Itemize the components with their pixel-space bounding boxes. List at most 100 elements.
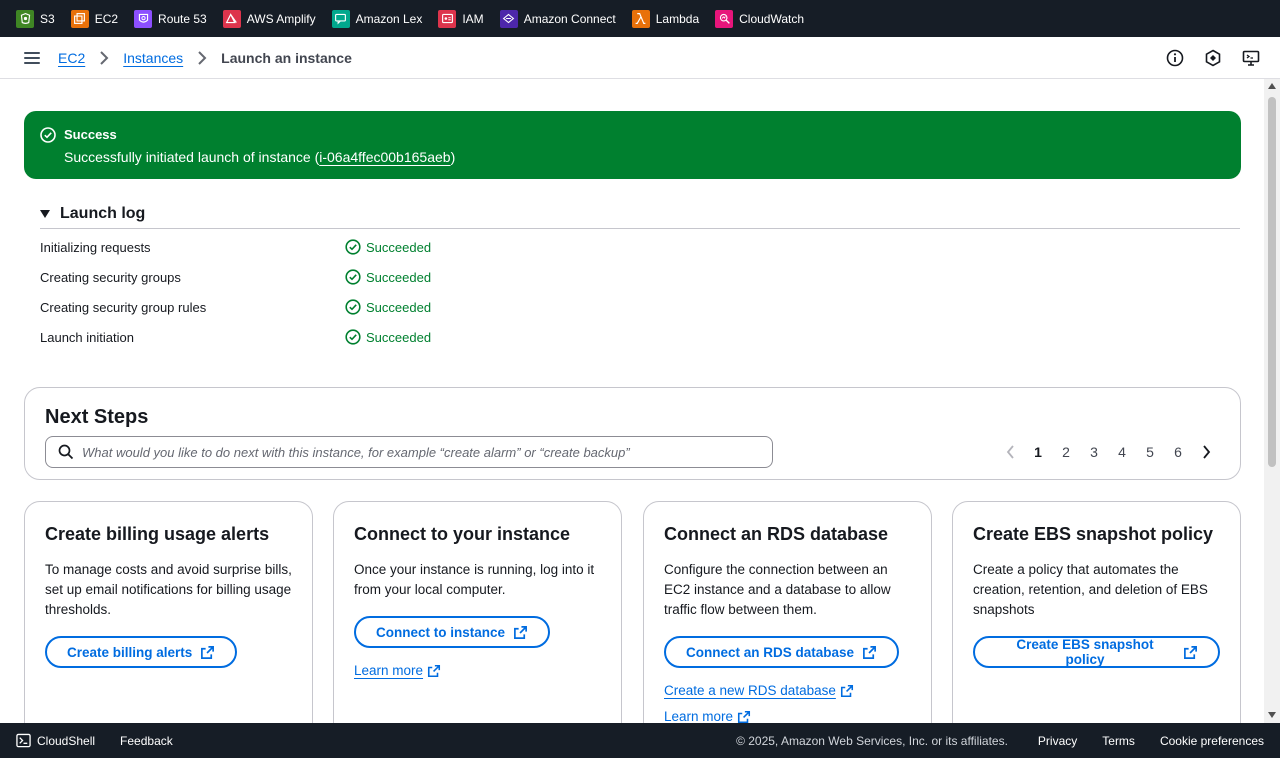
log-step-name: Initializing requests — [40, 239, 151, 255]
s3-icon — [16, 9, 34, 28]
scroll-up-icon[interactable] — [1268, 83, 1276, 89]
learn-more-link[interactable]: Learn more — [664, 709, 751, 724]
external-link-icon — [863, 645, 877, 659]
next-steps-search[interactable] — [45, 436, 773, 468]
page-5[interactable]: 5 — [1136, 444, 1164, 460]
card-title: Create EBS snapshot policy — [973, 524, 1214, 544]
service-lambda[interactable]: Lambda — [631, 9, 699, 28]
log-row: Creating security group rules Succeeded — [40, 297, 540, 317]
launch-log-toggle[interactable]: Launch log — [40, 204, 1240, 224]
chevron-right-icon — [99, 50, 109, 65]
service-iam[interactable]: IAM — [438, 9, 484, 28]
status-text: Succeeded — [366, 239, 432, 255]
breadcrumb-current: Launch an instance — [221, 49, 352, 66]
button-label: Create billing alerts — [67, 644, 193, 660]
card-title: Connect an RDS database — [664, 524, 889, 544]
feedback-link[interactable]: Feedback — [120, 734, 173, 748]
scrollbar-thumb[interactable] — [1268, 97, 1276, 467]
cloudshell-button[interactable]: CloudShell — [16, 733, 95, 748]
page-3[interactable]: 3 — [1080, 444, 1108, 460]
service-label: IAM — [462, 11, 484, 26]
breadcrumb-header: EC2 Instances Launch an instance — [0, 37, 1280, 79]
service-route53[interactable]: Route 53 — [134, 9, 207, 28]
banner-title: Success — [64, 127, 117, 142]
launch-log: Launch log Initializing requests Succeed… — [40, 204, 1240, 345]
card-description: Create a policy that automates the creat… — [973, 562, 1208, 617]
create-rds-database-link[interactable]: Create a new RDS database — [664, 683, 854, 698]
log-row: Launch initiation Succeeded — [40, 327, 540, 347]
external-link-icon — [514, 625, 527, 639]
next-steps-title: Next Steps — [45, 406, 149, 428]
page-6[interactable]: 6 — [1164, 444, 1192, 460]
header-tools — [1166, 49, 1260, 67]
service-s3[interactable]: S3 — [16, 9, 55, 28]
card-title: Create billing usage alerts — [45, 524, 270, 544]
service-cloudwatch[interactable]: CloudWatch — [715, 9, 805, 28]
cloudshell-label: CloudShell — [37, 733, 96, 748]
page-2[interactable]: 2 — [1052, 444, 1080, 460]
card-description: To manage costs and avoid surprise bills… — [45, 562, 292, 617]
link-label: Learn more — [664, 709, 734, 724]
service-connect[interactable]: Amazon Connect — [499, 9, 616, 28]
button-label: Connect to instance — [376, 624, 506, 640]
check-circle-icon — [40, 127, 56, 143]
chevron-right-icon — [197, 50, 207, 65]
service-label: CloudWatch — [739, 11, 805, 26]
card-title: Connect to your instance — [354, 524, 571, 544]
breadcrumb-instances[interactable]: Instances — [123, 50, 183, 66]
create-ebs-snapshot-policy-button[interactable]: Create EBS snapshot policy — [973, 636, 1220, 668]
service-label: S3 — [40, 11, 55, 26]
service-label: EC2 — [94, 11, 119, 26]
services-bar: S3 EC2 Route 53 AWS Amplify Amazon Lex I… — [0, 0, 1280, 37]
pagination: 1 2 3 4 5 6 — [996, 443, 1220, 461]
remote-desktop-icon[interactable] — [1242, 49, 1260, 67]
info-icon[interactable] — [1166, 49, 1184, 67]
cloudwatch-icon — [715, 9, 734, 28]
search-input[interactable] — [82, 444, 762, 460]
service-label: Route 53 — [158, 11, 207, 26]
chevron-left-icon[interactable] — [996, 443, 1024, 461]
ec2-icon — [70, 9, 89, 28]
connect-to-instance-button[interactable]: Connect to instance — [354, 616, 551, 648]
chevron-right-icon[interactable] — [1192, 443, 1220, 461]
log-step-status: Succeeded — [345, 269, 431, 285]
button-label: Create EBS snapshot policy — [1016, 637, 1154, 667]
next-steps-panel: Next Steps 1 2 3 4 5 6 — [24, 387, 1241, 480]
service-amplify[interactable]: AWS Amplify — [222, 9, 316, 28]
page-4[interactable]: 4 — [1108, 444, 1136, 460]
learn-more-link[interactable]: Learn more — [354, 663, 441, 678]
log-row: Initializing requests Succeeded — [40, 237, 540, 257]
card-ebs-snapshot: Create EBS snapshot policy Create a poli… — [952, 501, 1241, 741]
check-circle-icon — [345, 299, 361, 315]
card-connect-instance: Connect to your instance Once your insta… — [333, 501, 622, 741]
scrollbar[interactable] — [1264, 79, 1280, 723]
scroll-down-icon[interactable] — [1268, 712, 1276, 718]
service-ec2[interactable]: EC2 — [70, 9, 119, 28]
instance-id-link[interactable]: i-06a4ffec00b165aeb — [319, 149, 450, 165]
log-step-name: Launch initiation — [40, 329, 134, 345]
settings-hexagon-icon[interactable] — [1204, 49, 1222, 67]
check-circle-icon — [345, 239, 361, 255]
check-circle-icon — [345, 269, 361, 285]
create-billing-alerts-button[interactable]: Create billing alerts — [45, 636, 238, 668]
external-link-icon — [428, 664, 441, 677]
menu-icon[interactable] — [24, 51, 40, 64]
card-billing-alerts: Create billing usage alerts To manage co… — [24, 501, 313, 741]
success-banner: Success Successfully initiated launch of… — [24, 111, 1241, 179]
card-description: Once your instance is running, log into … — [354, 562, 595, 597]
iam-icon — [438, 9, 457, 28]
lex-icon — [331, 9, 350, 28]
breadcrumb-ec2[interactable]: EC2 — [58, 50, 85, 66]
log-step-status: Succeeded — [345, 239, 431, 255]
privacy-link[interactable]: Privacy — [1038, 734, 1077, 748]
button-label: Connect an RDS database — [686, 644, 855, 660]
page-1[interactable]: 1 — [1024, 444, 1052, 460]
service-label: AWS Amplify — [246, 11, 316, 26]
connect-rds-database-button[interactable]: Connect an RDS database — [664, 636, 900, 668]
banner-message: Successfully initiated launch of instanc… — [64, 147, 1225, 167]
cookie-preferences-link[interactable]: Cookie preferences — [1160, 734, 1264, 748]
link-label: Create a new RDS database — [664, 683, 836, 698]
terms-link[interactable]: Terms — [1102, 734, 1135, 748]
status-text: Succeeded — [366, 299, 432, 315]
service-lex[interactable]: Amazon Lex — [331, 9, 422, 28]
